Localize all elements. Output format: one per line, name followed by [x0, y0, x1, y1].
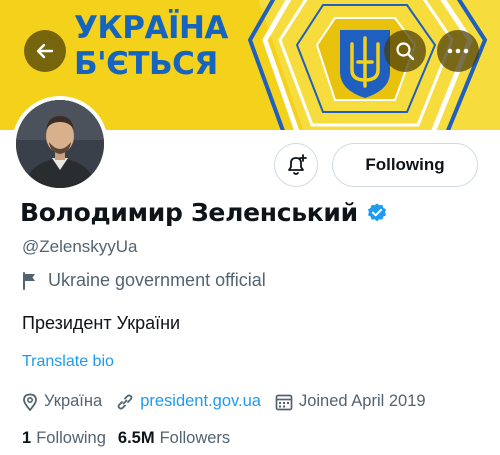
- verified-badge-icon[interactable]: [366, 202, 388, 224]
- profile-handle: @ZelenskyyUa: [22, 237, 138, 256]
- link-icon: [117, 393, 133, 410]
- name-row: Володимир Зеленський: [20, 198, 388, 227]
- following-button[interactable]: Following: [332, 143, 478, 187]
- affiliation-text: Ukraine government official: [48, 270, 266, 290]
- banner-title-line2: Б'ЄТЬСЯ: [74, 46, 218, 82]
- affiliation-label: Ukraine government official: [22, 270, 266, 291]
- followers-stat-label: Followers: [159, 429, 231, 447]
- followers-stat[interactable]: 6.5M Followers: [118, 429, 230, 448]
- trident-emblem-icon: [340, 30, 390, 98]
- display-name: Володимир Зеленський: [20, 198, 358, 227]
- search-button[interactable]: [384, 30, 426, 72]
- banner-title: УКРАЇНА Б'ЄТЬСЯ: [74, 10, 228, 82]
- website-item[interactable]: president.gov.ua: [116, 392, 261, 411]
- notifications-button[interactable]: [274, 143, 318, 187]
- translate-bio-link[interactable]: Translate bio: [22, 353, 114, 371]
- back-button[interactable]: [24, 30, 66, 72]
- following-stat[interactable]: 1 Following: [22, 429, 106, 448]
- following-count: 1: [22, 429, 32, 447]
- profile-bio: Президент України: [22, 313, 181, 333]
- banner-title-line1: УКРАЇНА: [74, 10, 228, 46]
- avatar-image: [16, 100, 104, 188]
- location-text: Україна: [44, 392, 103, 410]
- calendar-icon: [275, 394, 293, 410]
- website-link[interactable]: president.gov.ua: [140, 392, 261, 411]
- profile-meta: Україна president.gov.ua Joined April 20…: [22, 392, 440, 411]
- joined-text: Joined April 2019: [298, 392, 426, 410]
- arrow-left-icon: [36, 43, 54, 59]
- profile-avatar[interactable]: [12, 96, 108, 192]
- profile-stats: 1 Following 6.5M Followers: [22, 429, 242, 448]
- joined-item: Joined April 2019: [275, 392, 426, 411]
- more-options-button[interactable]: [437, 30, 479, 72]
- bell-plus-icon: [288, 154, 307, 175]
- location-pin-icon: [23, 393, 37, 411]
- location-item: Україна: [22, 392, 102, 411]
- flag-icon: [23, 271, 35, 290]
- more-dots-icon: [447, 48, 469, 54]
- following-stat-label: Following: [36, 429, 106, 447]
- search-icon: [396, 42, 415, 61]
- followers-count: 6.5M: [117, 429, 155, 447]
